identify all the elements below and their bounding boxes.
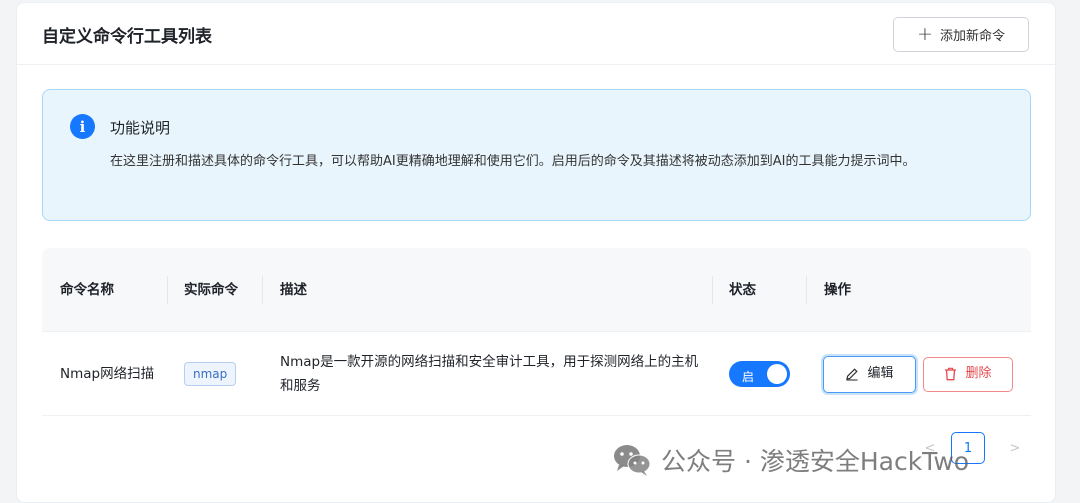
watermark: 公众号 · 渗透安全HackTwo <box>612 442 969 478</box>
status-toggle[interactable]: 启 <box>729 361 790 387</box>
page-title: 自定义命令行工具列表 <box>42 27 212 47</box>
command-table: 命令名称 实际命令 描述 状态 操作 Nmap网络扫描 nmap Nmap是一款… <box>42 248 1031 416</box>
column-header-actions: 操作 <box>824 281 851 298</box>
info-title: 功能说明 <box>110 119 171 137</box>
add-command-label: 添加新命令 <box>939 29 1005 44</box>
trash-icon <box>945 367 957 381</box>
cell-actions: 编辑 删除 <box>823 332 1023 416</box>
tool-list-card: 自定义命令行工具列表 + 添加新命令 i 功能说明 在这里注册和描述具体的命令行… <box>16 2 1056 503</box>
delete-label: 删除 <box>965 366 992 381</box>
column-divider <box>262 276 263 304</box>
cell-command-name: Nmap网络扫描 <box>60 366 155 382</box>
info-alert: i 功能说明 在这里注册和描述具体的命令行工具，可以帮助AI更精确地理解和使用它… <box>42 89 1031 221</box>
edit-button[interactable]: 编辑 <box>823 355 916 393</box>
column-header-description: 描述 <box>280 281 307 298</box>
add-command-button[interactable]: + 添加新命令 <box>893 17 1029 52</box>
cell-command: nmap <box>184 332 259 416</box>
table-row: Nmap网络扫描 nmap Nmap是一款开源的网络扫描和安全审计工具，用于探测… <box>42 332 1031 416</box>
delete-button[interactable]: 删除 <box>923 356 1013 392</box>
wechat-logo-icon <box>614 445 651 476</box>
plus-icon: + <box>917 23 933 45</box>
column-header-name: 命令名称 <box>60 281 114 298</box>
command-tag: nmap <box>184 362 237 386</box>
column-divider <box>167 276 168 304</box>
pagination-next-button[interactable]: > <box>998 432 1032 464</box>
info-icon: i <box>70 114 95 139</box>
table-header: 命令名称 实际命令 描述 状态 操作 <box>42 248 1031 332</box>
info-text: 在这里注册和描述具体的命令行工具，可以帮助AI更精确地理解和使用它们。启用后的命… <box>110 154 916 169</box>
column-divider <box>806 276 807 304</box>
card-header: 自定义命令行工具列表 + 添加新命令 <box>17 3 1055 65</box>
column-header-command: 实际命令 <box>184 281 238 298</box>
edit-label: 编辑 <box>867 366 894 381</box>
status-toggle-label: 启 <box>742 370 755 384</box>
column-header-status: 状态 <box>729 281 756 298</box>
toggle-knob <box>767 364 787 384</box>
watermark-text: 公众号 · 渗透安全HackTwo <box>661 447 970 476</box>
edit-pencil-icon <box>846 368 859 381</box>
column-divider <box>712 276 713 304</box>
cell-status: 启 <box>729 332 799 416</box>
cell-description: Nmap是一款开源的网络扫描和安全审计工具，用于探测网络上的主机和服务 <box>280 354 699 394</box>
